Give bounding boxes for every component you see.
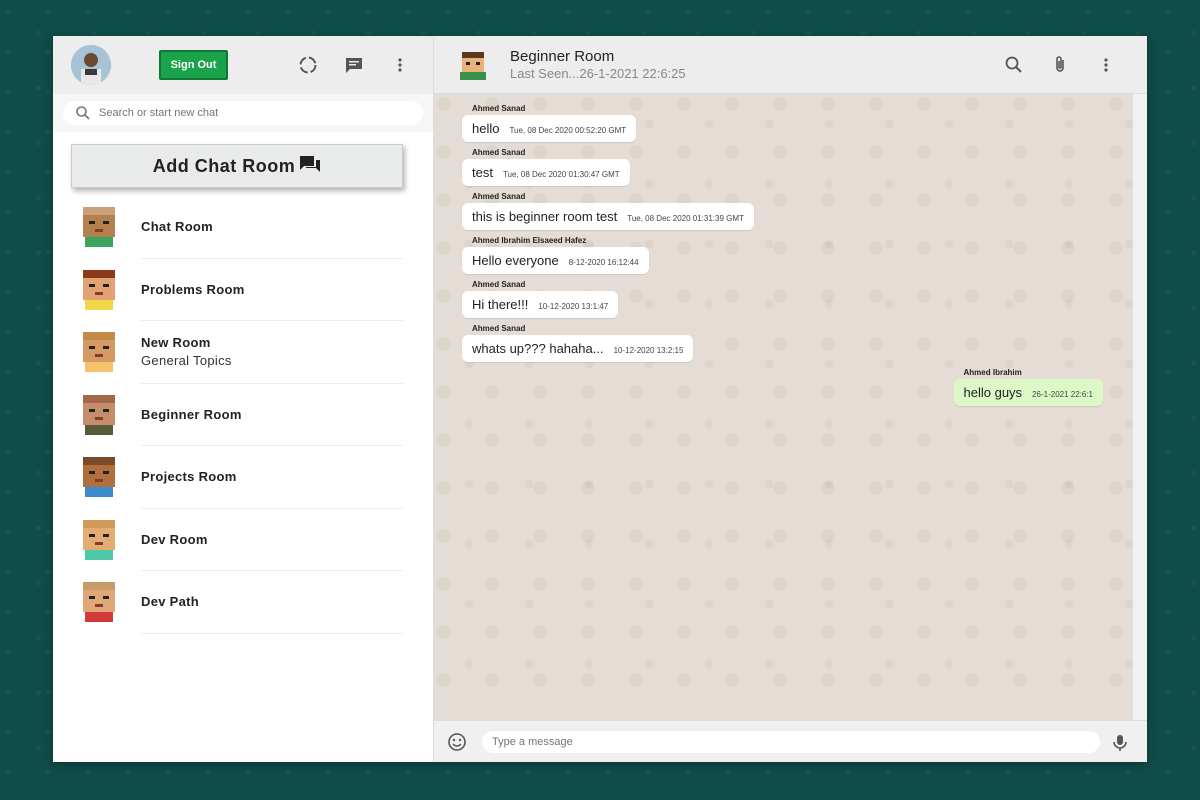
scrollbar[interactable] (1133, 94, 1147, 720)
message-text: whats up??? hahaha... (472, 341, 604, 356)
message-bubble[interactable]: test Tue, 08 Dec 2020 01:30:47 GMT (462, 159, 630, 186)
message-sender: Ahmed Sanad (472, 324, 526, 333)
room-avatar (77, 580, 121, 624)
message-time: 10-12-2020 13:1:47 (538, 302, 609, 311)
attach-icon[interactable] (1049, 54, 1071, 76)
app-window: Sign Out Add (53, 36, 1147, 762)
message: Ahmed Sanad Hi there!!! 10-12-2020 13:1:… (462, 280, 619, 318)
message-sender: Ahmed Sanad (472, 148, 526, 157)
search-input[interactable] (99, 107, 379, 119)
message-time: 8-12-2020 16:12:44 (568, 258, 639, 267)
chat-bubbles-icon (299, 155, 321, 178)
message-time: 10-12-2020 13:2:15 (613, 346, 684, 355)
message-time: Tue, 08 Dec 2020 01:30:47 GMT (502, 170, 620, 179)
room-item[interactable]: Beginner Room (53, 384, 433, 446)
message-bubble[interactable]: this is beginner room test Tue, 08 Dec 2… (462, 203, 754, 230)
search-icon[interactable] (1003, 54, 1025, 76)
room-name: Projects Room (141, 469, 237, 485)
message-text: Hi there!!! (472, 297, 529, 312)
message-area[interactable]: Ahmed Sanad hello Tue, 08 Dec 2020 00:52… (434, 94, 1133, 720)
add-chat-room-button[interactable]: Add Chat Room (71, 144, 403, 188)
room-avatar (77, 393, 121, 437)
message-sender: Ahmed Ibrahim (963, 368, 1022, 377)
room-name: New Room (141, 335, 211, 351)
room-avatar (77, 205, 121, 249)
room-name: Dev Path (141, 594, 200, 610)
message-time: Tue, 08 Dec 2020 01:31:39 GMT (627, 214, 744, 223)
message-text: this is beginner room test (472, 209, 618, 224)
message-time: Tue, 08 Dec 2020 00:52:20 GMT (509, 126, 627, 135)
add-chat-room-label: Add Chat Room (152, 155, 296, 176)
emoji-icon[interactable] (446, 731, 468, 753)
message-text: hello (472, 121, 500, 136)
chat-footer (434, 720, 1147, 762)
microphone-icon[interactable] (1109, 732, 1131, 754)
room-list: Chat Room Problems Room New Room General… (53, 196, 433, 634)
sign-out-button[interactable]: Sign Out (159, 50, 228, 80)
room-item[interactable]: Dev Path (53, 571, 433, 634)
chat-header: Beginner Room Last Seen...26-1-2021 22:6… (434, 36, 1147, 94)
new-chat-icon[interactable] (343, 54, 365, 76)
message: Ahmed Sanad hello Tue, 08 Dec 2020 00:52… (462, 104, 637, 142)
chat-panel: Beginner Room Last Seen...26-1-2021 22:6… (434, 36, 1147, 762)
message-sender: Ahmed Sanad (472, 192, 526, 201)
room-avatar[interactable] (456, 48, 490, 82)
message-bubble[interactable]: hello guys 26-1-2021 22:6:1 (953, 379, 1103, 406)
room-item[interactable]: Chat Room (53, 196, 433, 259)
room-name: Beginner Room (141, 406, 242, 422)
sidebar-body: Add Chat Room Chat Room Problems Room Ne… (53, 132, 433, 762)
message-sender: Ahmed Sanad (472, 104, 526, 113)
message-bubble[interactable]: Hi there!!! 10-12-2020 13:1:47 (462, 291, 619, 318)
message: Ahmed Sanad whats up??? hahaha... 10-12-… (462, 324, 694, 362)
room-item[interactable]: New Room General Topics (53, 321, 433, 384)
message-sender: Ahmed Sanad (472, 280, 526, 289)
message-sender: Ahmed Ibrahim Elsaeed Hafez (472, 236, 587, 245)
message: Ahmed Sanad test Tue, 08 Dec 2020 01:30:… (462, 148, 630, 186)
room-name: Chat Room (141, 219, 214, 235)
status-icon[interactable] (297, 54, 319, 76)
message-text: Hello everyone (472, 253, 559, 268)
message-time: 26-1-2021 22:6:1 (1032, 390, 1093, 399)
chat-title: Beginner Room (510, 48, 615, 65)
user-avatar[interactable] (71, 45, 111, 85)
room-item[interactable]: Projects Room (53, 446, 433, 509)
sidebar: Sign Out Add (53, 36, 434, 762)
message-text: hello guys (963, 385, 1023, 400)
room-name: Problems Room (141, 281, 245, 297)
message-bubble[interactable]: Hello everyone 8-12-2020 16:12:44 (462, 247, 649, 274)
room-avatar (77, 330, 121, 374)
sidebar-header: Sign Out (53, 36, 433, 94)
room-last-message: General Topics (141, 353, 232, 369)
more-vert-icon[interactable] (1095, 54, 1117, 76)
message: Ahmed Sanad this is beginner room test T… (462, 192, 754, 230)
room-avatar (77, 455, 121, 499)
message-input[interactable] (482, 730, 1100, 753)
room-avatar (77, 518, 121, 562)
search-bar (63, 101, 423, 125)
room-avatar (77, 268, 121, 312)
message-text: test (472, 165, 493, 180)
message: Ahmed Ibrahim hello guys 26-1-2021 22:6:… (953, 368, 1103, 406)
search-container (53, 94, 433, 132)
message-bubble[interactable]: hello Tue, 08 Dec 2020 00:52:20 GMT (462, 115, 637, 142)
message-bubble[interactable]: whats up??? hahaha... 10-12-2020 13:2:15 (462, 335, 694, 362)
room-item[interactable]: Dev Room (53, 509, 433, 571)
message: Ahmed Ibrahim Elsaeed Hafez Hello everyo… (462, 236, 649, 274)
room-name: Dev Room (141, 531, 208, 547)
last-seen: Last Seen...26-1-2021 22:6:25 (510, 66, 686, 81)
more-vert-icon[interactable] (389, 54, 411, 76)
room-item[interactable]: Problems Room (53, 259, 433, 321)
